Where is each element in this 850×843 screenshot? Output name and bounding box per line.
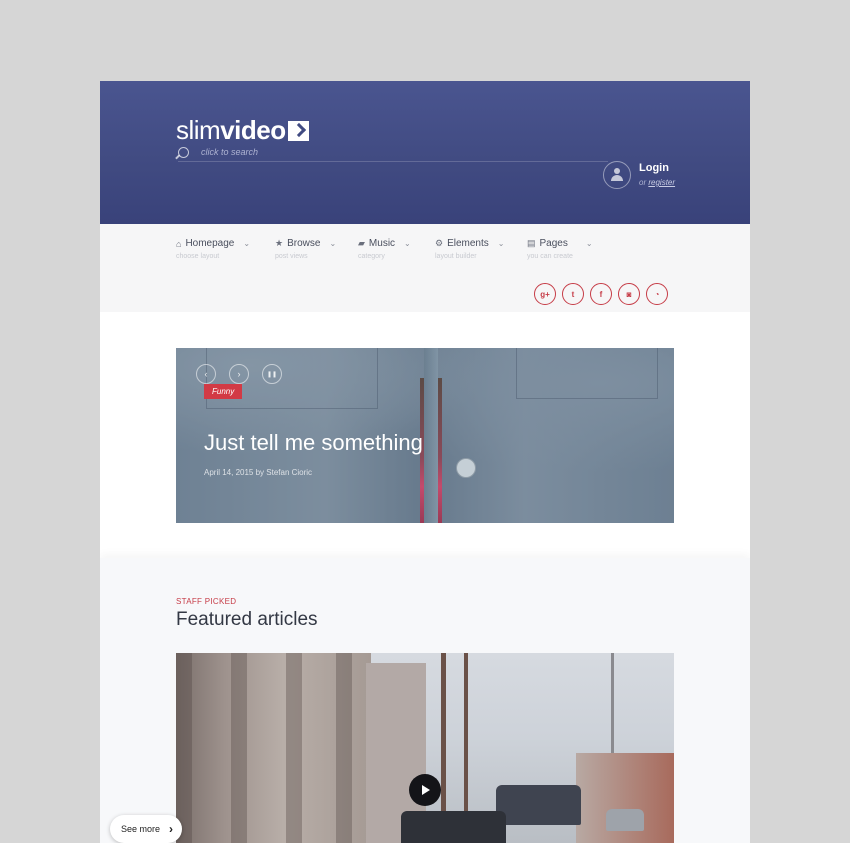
- hero-meta: April 14, 2015 by Stefan Cioric: [204, 468, 313, 477]
- jacket-button-shape: [456, 458, 476, 478]
- slider-prev-button[interactable]: ‹: [196, 364, 216, 384]
- nav-sublabel: you can create: [527, 253, 573, 260]
- wall-column: [231, 653, 247, 843]
- wall-column: [336, 653, 352, 843]
- elements-icon: ⚙: [435, 238, 444, 248]
- search-icon[interactable]: [178, 146, 189, 158]
- slider-next-button[interactable]: ›: [229, 364, 249, 384]
- section-kicker: STAFF PICKED: [176, 597, 237, 606]
- chevron-down-icon: ⌄: [497, 239, 505, 248]
- twitter-icon[interactable]: t: [562, 283, 584, 305]
- hero-title[interactable]: Just tell me something: [204, 430, 423, 456]
- chevron-down-icon: ⌄: [329, 239, 337, 248]
- nav-sublabel: category: [358, 253, 385, 260]
- chevron-right-icon: ›: [169, 822, 174, 836]
- main-navigation: ⌂ Homepage ⌄ choose layout ★ Browse ⌄ post v…: [100, 224, 750, 312]
- nav-label: Homepage: [185, 238, 235, 249]
- page-icon: ▤: [527, 238, 536, 248]
- site-header: slimvideo Login or register: [100, 81, 750, 224]
- chevron-down-icon: ⌄: [243, 239, 251, 248]
- wall-column: [176, 653, 192, 843]
- featured-video-thumbnail[interactable]: [176, 653, 674, 843]
- nav-item-browse[interactable]: ★ Browse ⌄ post views: [275, 238, 336, 260]
- user-head-shape: [614, 168, 620, 174]
- see-more-button[interactable]: See more ›: [110, 815, 182, 843]
- chevron-down-icon: ⌄: [585, 239, 593, 248]
- nav-label: Music: [368, 238, 396, 249]
- home-icon: ⌂: [176, 238, 182, 249]
- nav-item-homepage[interactable]: ⌂ Homepage ⌄ choose layout: [176, 238, 250, 260]
- nav-label: Pages: [539, 238, 568, 249]
- wall-column: [286, 653, 302, 843]
- search-bar: [178, 143, 608, 162]
- category-tag[interactable]: Funny: [204, 384, 243, 399]
- or-text: or: [639, 178, 647, 187]
- car-shape: [401, 811, 506, 843]
- rss-icon[interactable]: ◔: [646, 283, 668, 305]
- instagram-icon[interactable]: ◙: [618, 283, 640, 305]
- car-shape: [606, 809, 644, 831]
- jacket-placket-shape: [424, 348, 438, 523]
- nav-item-elements[interactable]: ⚙ Elements ⌄ layout builder: [435, 238, 504, 260]
- search-input[interactable]: [201, 147, 501, 157]
- nav-item-pages[interactable]: ▤ Pages ⌄ you can create: [527, 238, 593, 260]
- user-avatar-icon[interactable]: [603, 161, 631, 189]
- site-container: slimvideo Login or register ⌂Homepage ⌄ c…: [100, 81, 750, 843]
- section-title: Featured articles: [176, 609, 318, 630]
- jacket-pocket-shape: [516, 348, 658, 399]
- register-link[interactable]: register: [648, 178, 675, 187]
- nav-sublabel: choose layout: [176, 253, 220, 260]
- logo-play-icon: [287, 120, 309, 141]
- nav-label: Elements: [447, 238, 489, 249]
- google-plus-icon[interactable]: g+: [534, 283, 556, 305]
- logo-slim-text: slim: [176, 115, 221, 145]
- play-icon[interactable]: [409, 774, 441, 806]
- nav-item-music[interactable]: ▰ Music ⌄ category: [358, 238, 411, 260]
- facebook-icon[interactable]: f: [590, 283, 612, 305]
- logo-video-text: video: [220, 115, 286, 145]
- nav-sublabel: post views: [275, 253, 308, 260]
- site-logo[interactable]: slim video: [176, 115, 309, 146]
- folder-icon: ▰: [358, 238, 365, 248]
- slider-pause-button[interactable]: ❚❚: [262, 364, 282, 384]
- user-body-shape: [611, 175, 623, 181]
- hero-slider[interactable]: ‹ › ❚❚ Funny Just tell me something Apri…: [176, 348, 674, 523]
- see-more-label: See more: [121, 824, 161, 834]
- star-icon: ★: [275, 238, 284, 248]
- social-links: g+ t f ◙ ◔: [534, 283, 668, 305]
- car-shape: [496, 785, 581, 825]
- nav-sublabel: layout builder: [435, 253, 477, 260]
- register-line: or register: [639, 178, 675, 187]
- chevron-down-icon: ⌄: [404, 239, 411, 248]
- nav-label: Browse: [287, 238, 321, 249]
- login-link[interactable]: Login: [639, 162, 669, 174]
- wall-shape: [176, 653, 371, 843]
